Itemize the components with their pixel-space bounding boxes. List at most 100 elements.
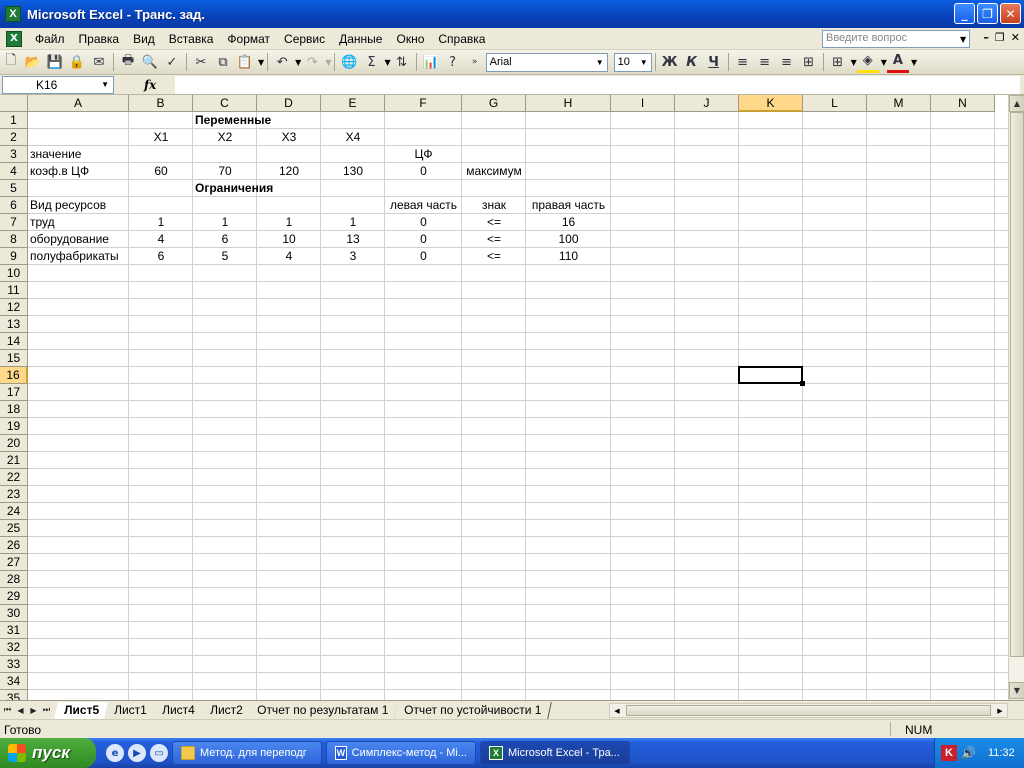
next-sheet-icon[interactable]: ▶	[28, 703, 39, 717]
align-center-icon[interactable]: ≡	[754, 51, 776, 73]
cell-g4[interactable]: максимум	[462, 163, 526, 180]
vertical-scroll-thumb[interactable]	[1010, 112, 1024, 657]
row-header-16[interactable]: 16	[0, 367, 28, 384]
column-header-n[interactable]: N	[931, 95, 995, 112]
column-header-f[interactable]: F	[385, 95, 462, 112]
internet-explorer-icon[interactable]: e	[106, 744, 124, 762]
row-header-18[interactable]: 18	[0, 401, 28, 418]
menu-insert[interactable]: Вставка	[162, 32, 221, 46]
task-word[interactable]: W Симплекс-метод - Mi...	[326, 741, 476, 765]
name-box[interactable]: K16 ▼	[2, 75, 114, 94]
cell-e8[interactable]: 13	[321, 231, 385, 248]
horizontal-scroll-thumb[interactable]	[626, 705, 991, 716]
column-header-l[interactable]: L	[803, 95, 867, 112]
row-header-13[interactable]: 13	[0, 316, 28, 333]
hyperlink-icon[interactable]: 🌐	[338, 51, 360, 73]
cell-h6[interactable]: правая часть	[526, 197, 611, 214]
active-cell-selection[interactable]	[738, 366, 803, 384]
cell-b8[interactable]: 4	[129, 231, 193, 248]
last-sheet-icon[interactable]: ⏭	[41, 703, 52, 717]
undo-icon[interactable]: ↶	[271, 51, 293, 73]
help-search-input[interactable]: Введите вопрос	[822, 30, 970, 48]
permission-icon[interactable]: 🔒	[66, 51, 88, 73]
task-excel[interactable]: X Microsoft Excel - Тра...	[480, 741, 630, 765]
volume-icon[interactable]: 🔊	[961, 746, 976, 760]
cell-a8[interactable]: оборудование	[28, 231, 129, 248]
font-dropdown-icon[interactable]: ▼	[596, 58, 604, 67]
row-header-29[interactable]: 29	[0, 588, 28, 605]
row-header-2[interactable]: 2	[0, 129, 28, 146]
borders-icon[interactable]: ⊞	[827, 51, 849, 73]
row-header-28[interactable]: 28	[0, 571, 28, 588]
menu-window[interactable]: Окно	[389, 32, 431, 46]
workbook-restore-button[interactable]: ❐	[995, 31, 1005, 44]
font-color-icon[interactable]: A	[886, 51, 909, 73]
function-icon[interactable]: fx	[144, 78, 156, 92]
cell-b2[interactable]: X1	[129, 129, 193, 146]
cell-b9[interactable]: 6	[129, 248, 193, 265]
column-header-i[interactable]: I	[611, 95, 675, 112]
scroll-up-icon[interactable]: ▲	[1009, 95, 1024, 112]
sheet-tab-list4[interactable]: Лист4	[151, 701, 206, 719]
column-header-a[interactable]: A	[28, 95, 129, 112]
scroll-right-icon[interactable]: ▶	[993, 705, 1007, 716]
open-icon[interactable]: 📂	[22, 51, 44, 73]
paste-icon[interactable]: 📋	[234, 51, 256, 73]
row-header-17[interactable]: 17	[0, 384, 28, 401]
row-header-21[interactable]: 21	[0, 452, 28, 469]
cell-h9[interactable]: 110	[526, 248, 611, 265]
row-header-20[interactable]: 20	[0, 435, 28, 452]
font-size-select[interactable]: 10 ▼	[613, 52, 652, 72]
new-icon[interactable]: 🗋	[0, 51, 22, 73]
row-header-9[interactable]: 9	[0, 248, 28, 265]
column-header-c[interactable]: C	[193, 95, 257, 112]
cell-f9[interactable]: 0	[385, 248, 462, 265]
row-header-19[interactable]: 19	[0, 418, 28, 435]
row-header-30[interactable]: 30	[0, 605, 28, 622]
cell-f3[interactable]: ЦФ	[385, 146, 462, 163]
cell-g9[interactable]: <=	[462, 248, 526, 265]
prev-sheet-icon[interactable]: ◀	[15, 703, 26, 717]
row-header-22[interactable]: 22	[0, 469, 28, 486]
cell-d7[interactable]: 1	[257, 214, 321, 231]
menu-file[interactable]: Файл	[28, 32, 72, 46]
menu-edit[interactable]: Правка	[72, 32, 127, 46]
show-desktop-icon[interactable]: ▭	[150, 744, 168, 762]
row-header-3[interactable]: 3	[0, 146, 28, 163]
cell-a4[interactable]: коэф.в ЦФ	[28, 163, 129, 180]
cell-c4[interactable]: 70	[193, 163, 257, 180]
cell-c7[interactable]: 1	[193, 214, 257, 231]
cell-b7[interactable]: 1	[129, 214, 193, 231]
cell-f7[interactable]: 0	[385, 214, 462, 231]
row-header-25[interactable]: 25	[0, 520, 28, 537]
font-color-dropdown-icon[interactable]: ▼	[911, 58, 917, 67]
font-name-select[interactable]: Arial ▼	[485, 52, 608, 72]
cell-h8[interactable]: 100	[526, 231, 611, 248]
underline-icon[interactable]: Ч	[703, 51, 725, 73]
scroll-down-icon[interactable]: ▼	[1009, 682, 1024, 699]
cell-a3[interactable]: значение	[28, 146, 129, 163]
scroll-left-icon[interactable]: ◀	[610, 705, 624, 716]
row-header-11[interactable]: 11	[0, 282, 28, 299]
vertical-scrollbar[interactable]: ▲ ▼	[1008, 95, 1024, 700]
column-header-d[interactable]: D	[257, 95, 321, 112]
cell-c8[interactable]: 6	[193, 231, 257, 248]
cell-f4[interactable]: 0	[385, 163, 462, 180]
task-folder[interactable]: Метод. для переподг	[172, 741, 322, 765]
autosum-icon[interactable]: Σ	[360, 51, 382, 73]
cell-f6[interactable]: левая часть	[385, 197, 462, 214]
row-header-5[interactable]: 5	[0, 180, 28, 197]
cell-e9[interactable]: 3	[321, 248, 385, 265]
column-header-m[interactable]: M	[867, 95, 931, 112]
fill-handle[interactable]	[800, 381, 805, 386]
row-header-24[interactable]: 24	[0, 503, 28, 520]
redo-icon[interactable]: ↷	[301, 51, 323, 73]
row-header-8[interactable]: 8	[0, 231, 28, 248]
workbook-minimize-button[interactable]: –	[983, 31, 989, 44]
sheet-tab-results-report[interactable]: Отчет по результатам 1	[247, 701, 400, 719]
cell-g6[interactable]: знак	[462, 197, 526, 214]
save-icon[interactable]: 💾	[44, 51, 66, 73]
menu-tools[interactable]: Сервис	[277, 32, 332, 46]
chart-wizard-icon[interactable]: 📊	[420, 51, 442, 73]
row-header-12[interactable]: 12	[0, 299, 28, 316]
